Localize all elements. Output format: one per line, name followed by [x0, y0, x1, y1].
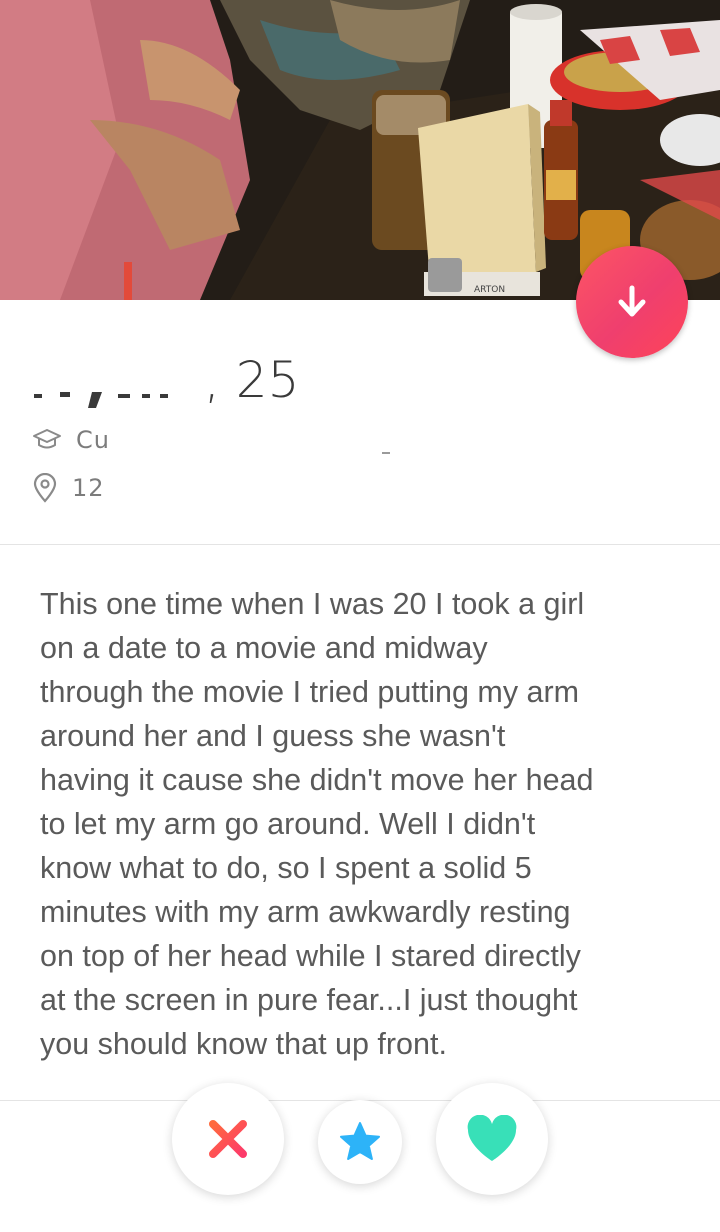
- like-button[interactable]: [436, 1083, 548, 1195]
- bio-text: This one time when I was 20 I took a gir…: [40, 587, 594, 1061]
- collapse-profile-button[interactable]: [576, 246, 688, 358]
- photo-sign-text: ARTON: [474, 285, 505, 295]
- star-icon: [340, 1122, 380, 1160]
- superlike-button[interactable]: [318, 1100, 402, 1184]
- school-row: Cu: [32, 422, 390, 458]
- location-pin-icon: [33, 473, 57, 503]
- heart-icon: [467, 1115, 517, 1161]
- arrow-down-icon: [618, 285, 646, 317]
- x-icon: [209, 1120, 247, 1158]
- school-text: Cu: [76, 426, 110, 454]
- name-age-line: , 25: [30, 340, 299, 410]
- nope-button[interactable]: [172, 1083, 284, 1195]
- name-redacted: [30, 350, 200, 410]
- section-divider: [0, 544, 720, 545]
- distance-row: 12: [32, 470, 105, 506]
- distance-text: 12: [72, 474, 105, 502]
- redaction-mark: [382, 452, 390, 454]
- graduation-cap-icon: [33, 429, 61, 449]
- profile-age: , 25: [204, 351, 300, 409]
